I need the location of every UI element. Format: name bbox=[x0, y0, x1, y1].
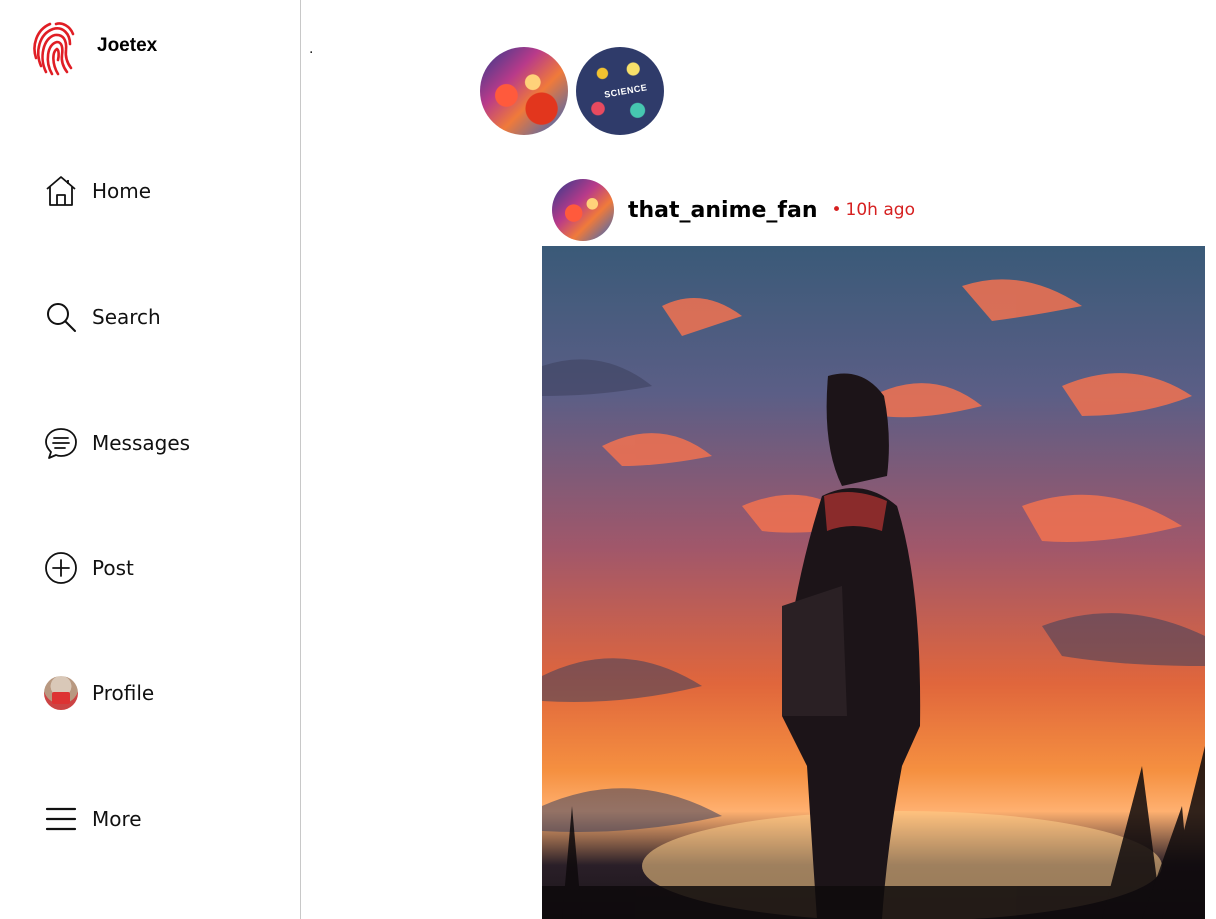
nav-label-search: Search bbox=[92, 305, 161, 329]
profile-avatar bbox=[44, 676, 78, 710]
post-header: that_anime_fan 10h ago bbox=[552, 179, 915, 241]
hamburger-menu-icon bbox=[44, 802, 78, 836]
brand[interactable]: Joetex bbox=[30, 18, 157, 76]
science-story-avatar[interactable]: SCIENCE bbox=[576, 47, 664, 135]
search-icon bbox=[44, 300, 78, 334]
nav-item-messages[interactable]: Messages bbox=[44, 426, 190, 460]
post-author-avatar[interactable] bbox=[552, 179, 614, 241]
nav-item-search[interactable]: Search bbox=[44, 300, 161, 334]
nav-item-profile[interactable]: Profile bbox=[44, 676, 154, 710]
main-feed: . SCIENCE that_anime_fan 10h ago bbox=[301, 0, 1216, 919]
nav-item-more[interactable]: More bbox=[44, 802, 142, 836]
nav-label-more: More bbox=[92, 807, 142, 831]
home-icon bbox=[44, 174, 78, 208]
science-story-text: SCIENCE bbox=[603, 82, 649, 100]
message-icon bbox=[44, 426, 78, 460]
nav-item-home[interactable]: Home bbox=[44, 174, 151, 208]
marker-text: . bbox=[309, 40, 314, 57]
post-image-illustration bbox=[542, 279, 1205, 919]
sidebar: Joetex Home Search Messages Post Profile… bbox=[0, 0, 301, 919]
profile-avatar-image bbox=[44, 676, 78, 710]
stories-row: SCIENCE bbox=[480, 47, 664, 135]
nav-item-post[interactable]: Post bbox=[44, 551, 134, 585]
fingerprint-logo-icon bbox=[33, 22, 75, 76]
plus-circle-icon bbox=[44, 551, 78, 585]
nav-label-messages: Messages bbox=[92, 431, 191, 455]
post-username[interactable]: that_anime_fan bbox=[628, 198, 818, 223]
nav-label-post: Post bbox=[92, 556, 134, 580]
anime-sunset-girl-image[interactable] bbox=[542, 246, 1205, 919]
post-timestamp: 10h ago bbox=[832, 200, 915, 220]
anime-story-avatar[interactable] bbox=[480, 47, 568, 135]
brand-name: Joetex bbox=[97, 35, 158, 56]
nav-label-profile: Profile bbox=[92, 681, 155, 705]
nav-label-home: Home bbox=[92, 179, 152, 203]
